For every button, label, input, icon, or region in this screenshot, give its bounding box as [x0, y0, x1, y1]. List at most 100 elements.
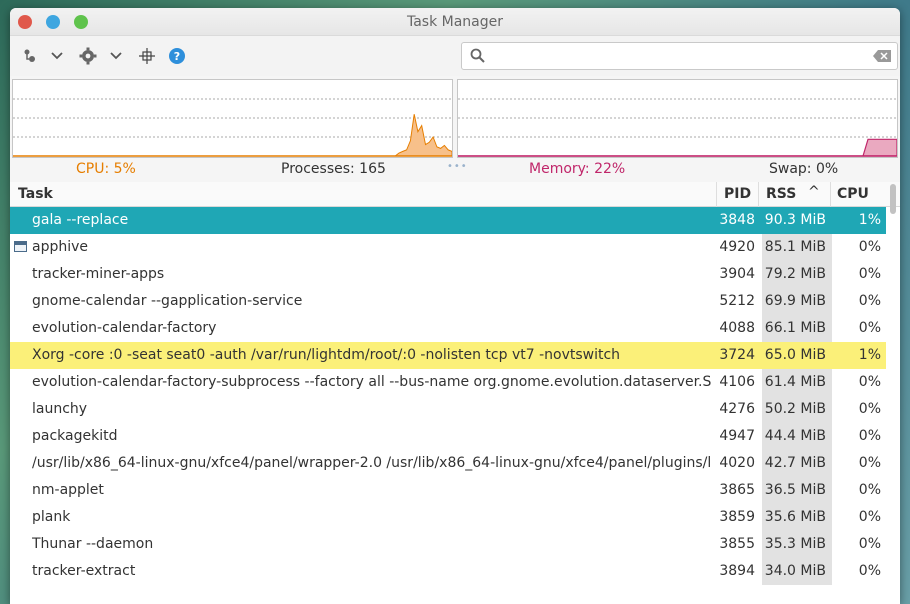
cpu-graph: [12, 79, 453, 158]
cpu-cell: 0%: [858, 536, 881, 552]
clear-search-icon[interactable]: [873, 50, 891, 66]
cpu-cell: 0%: [858, 428, 881, 444]
chevron-down-icon[interactable]: [50, 47, 64, 65]
pane-resize-handle[interactable]: •••: [447, 161, 468, 172]
tree-gear-icon[interactable]: [22, 47, 38, 65]
cpu-cell: 0%: [858, 320, 881, 336]
task-cell: tracker-extract: [32, 563, 136, 579]
memory-usage-area: [458, 138, 898, 157]
table-header: Task PID RSS ^ CPU: [10, 182, 900, 207]
memory-stat: Memory: 22%: [529, 161, 626, 177]
processes-stat: Processes: 165: [281, 161, 386, 177]
table-row[interactable]: /usr/lib/x86_64-linux-gnu/xfce4/panel/wr…: [10, 450, 886, 477]
task-cell: evolution-calendar-factory: [32, 320, 217, 336]
monitor-graphs: [10, 78, 900, 158]
rss-cell: 42.7 MiB: [764, 455, 826, 471]
cpu-cell: 0%: [858, 401, 881, 417]
task-cell: launchy: [32, 401, 88, 417]
table-row[interactable]: Xorg -core :0 -seat seat0 -auth /var/run…: [10, 342, 886, 369]
rss-cell: 90.3 MiB: [764, 212, 826, 228]
rss-cell: 34.0 MiB: [764, 563, 826, 579]
process-table: Task PID RSS ^ CPU gala --replace 3848 90.…: [10, 182, 900, 604]
search-box[interactable]: [461, 42, 898, 70]
table-row[interactable]: nm-applet 3865 36.5 MiB 0%: [10, 477, 886, 504]
table-row[interactable]: launchy 4276 50.2 MiB 0%: [10, 396, 886, 423]
task-cell: nm-applet: [32, 482, 104, 498]
task-cell: /usr/lib/x86_64-linux-gnu/xfce4/panel/wr…: [32, 455, 712, 471]
column-header-rss[interactable]: RSS: [766, 186, 796, 202]
cpu-cell: 0%: [858, 482, 881, 498]
table-row[interactable]: gala --replace 3848 90.3 MiB 1%: [10, 207, 886, 234]
cpu-cell: 0%: [858, 563, 881, 579]
search-input[interactable]: [490, 46, 870, 66]
pid-cell: 4088: [719, 320, 755, 336]
cpu-cell: 0%: [858, 509, 881, 525]
cpu-cell: 0%: [858, 293, 881, 309]
table-row[interactable]: apphive 4920 85.1 MiB 0%: [10, 234, 886, 261]
cpu-cell: 0%: [858, 374, 881, 390]
chevron-down-icon[interactable]: [109, 47, 123, 65]
table-row[interactable]: gnome-calendar --gapplication-service 521…: [10, 288, 886, 315]
pid-cell: 3894: [719, 563, 755, 579]
cpu-cell: 0%: [858, 266, 881, 282]
task-manager-window: Task Manager ? CPU: 5% Processes: 165 Me…: [10, 8, 900, 604]
pid-cell: 4947: [719, 428, 755, 444]
cpu-usage-area: [13, 114, 453, 157]
app-window-icon: [14, 241, 27, 252]
crosshair-icon[interactable]: [138, 47, 156, 65]
pid-cell: 4106: [719, 374, 755, 390]
task-cell: Xorg -core :0 -seat seat0 -auth /var/run…: [32, 347, 621, 363]
rss-cell: 66.1 MiB: [764, 320, 826, 336]
rss-cell: 36.5 MiB: [764, 482, 826, 498]
table-row[interactable]: packagekitd 4947 44.4 MiB 0%: [10, 423, 886, 450]
table-row[interactable]: Thunar --daemon 3855 35.3 MiB 0%: [10, 531, 886, 558]
column-header-cpu[interactable]: CPU: [837, 186, 869, 202]
task-cell: Thunar --daemon: [32, 536, 154, 552]
table-row[interactable]: evolution-calendar-factory-subprocess --…: [10, 369, 886, 396]
table-row[interactable]: evolution-calendar-factory 4088 66.1 MiB 0%: [10, 315, 886, 342]
rss-cell: 69.9 MiB: [764, 293, 826, 309]
table-row[interactable]: plank 3859 35.6 MiB 0%: [10, 504, 886, 531]
vertical-scrollbar[interactable]: [890, 184, 896, 214]
rss-cell: 85.1 MiB: [764, 239, 826, 255]
window-title: Task Manager: [406, 14, 504, 30]
table-row[interactable]: tracker-extract 3894 34.0 MiB 0%: [10, 558, 886, 585]
column-header-pid[interactable]: PID: [724, 186, 751, 202]
pid-cell: 5212: [719, 293, 755, 309]
rss-cell: 65.0 MiB: [764, 347, 826, 363]
pid-cell: 4020: [719, 455, 755, 471]
rss-cell: 35.6 MiB: [764, 509, 826, 525]
title-bar: Task Manager: [10, 8, 900, 36]
settings-icon[interactable]: [78, 47, 98, 65]
task-cell: plank: [32, 509, 71, 525]
pid-cell: 4276: [719, 401, 755, 417]
cpu-stat: CPU: 5%: [76, 161, 136, 177]
help-icon[interactable]: ?: [168, 47, 186, 65]
rss-cell: 44.4 MiB: [764, 428, 826, 444]
task-cell: evolution-calendar-factory-subprocess --…: [32, 374, 712, 390]
cpu-cell: 0%: [858, 239, 881, 255]
cpu-cell: 1%: [858, 212, 881, 228]
pid-cell: 3848: [719, 212, 755, 228]
search-icon: [470, 48, 485, 67]
task-cell: gala --replace: [32, 212, 129, 228]
rss-cell: 50.2 MiB: [764, 401, 826, 417]
pid-cell: 3904: [719, 266, 755, 282]
task-cell: gnome-calendar --gapplication-service: [32, 293, 303, 309]
pid-cell: 4920: [719, 239, 755, 255]
rss-cell: 61.4 MiB: [764, 374, 826, 390]
swap-stat: Swap: 0%: [769, 161, 839, 177]
stats-bar: CPU: 5% Processes: 165 Memory: 22% Swap:…: [10, 159, 900, 181]
column-header-task[interactable]: Task: [18, 186, 53, 202]
rss-cell: 35.3 MiB: [764, 536, 826, 552]
cpu-cell: 0%: [858, 455, 881, 471]
task-cell: tracker-miner-apps: [32, 266, 165, 282]
task-cell: apphive: [32, 239, 89, 255]
pid-cell: 3724: [719, 347, 755, 363]
toolbar: ?: [10, 36, 900, 76]
cpu-cell: 1%: [858, 347, 881, 363]
sort-ascending-icon: ^: [808, 184, 820, 200]
rss-cell: 79.2 MiB: [764, 266, 826, 282]
table-row[interactable]: tracker-miner-apps 3904 79.2 MiB 0%: [10, 261, 886, 288]
memory-graph: [457, 79, 898, 158]
